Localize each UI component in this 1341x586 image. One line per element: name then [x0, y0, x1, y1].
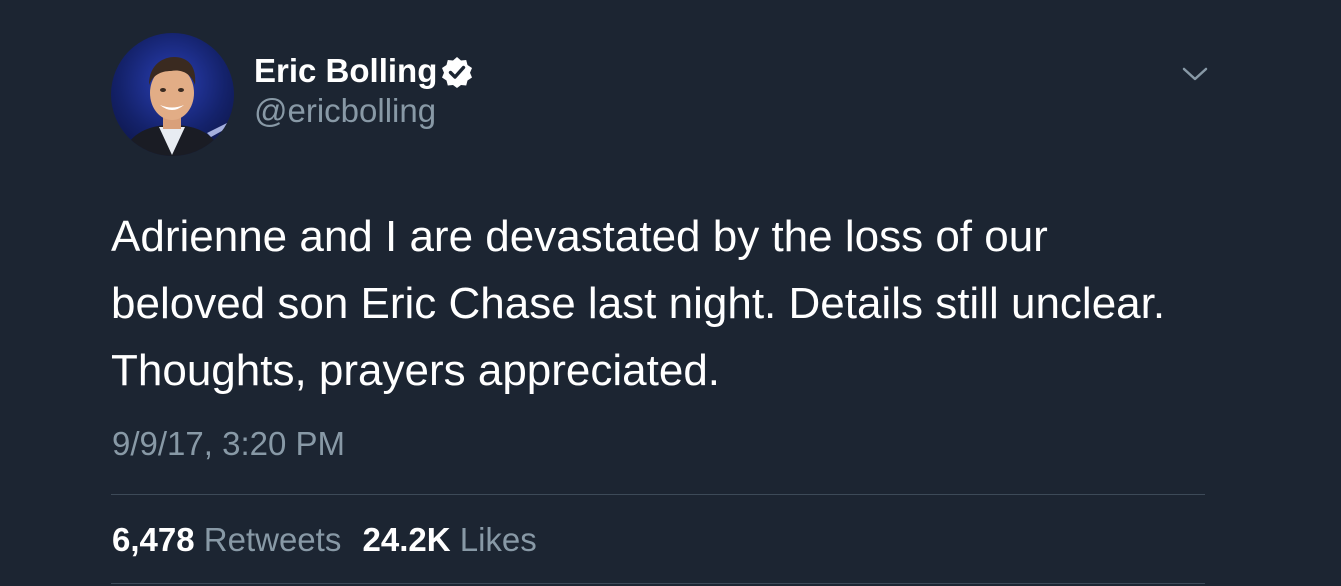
divider [111, 494, 1205, 495]
likes-count: 24.2K [362, 521, 451, 558]
retweets-count: 6,478 [112, 521, 195, 558]
chevron-down-icon[interactable] [1180, 62, 1210, 86]
tweet-timestamp[interactable]: 9/9/17, 3:20 PM [112, 424, 345, 464]
divider [111, 583, 1205, 584]
author-handle[interactable]: @ericbolling [254, 92, 436, 130]
avatar[interactable] [111, 33, 234, 156]
tweet-text-line: Thoughts, prayers appreciated. [111, 346, 721, 395]
tweet-text-line: Adrienne and I are devastated by the los… [111, 212, 1048, 261]
retweets-stat[interactable]: 6,478 Retweets [112, 520, 341, 560]
tweet-text-line: beloved son Eric Chase last night. Detai… [111, 279, 1166, 328]
tweet-stats: 6,478 Retweets 24.2K Likes [112, 520, 549, 560]
avatar-portrait-icon [121, 57, 231, 156]
retweets-label: Retweets [203, 521, 342, 558]
tweet-text: Adrienne and I are devastated by the los… [111, 203, 1231, 404]
likes-label: Likes [459, 521, 537, 558]
likes-stat[interactable]: 24.2K Likes [363, 520, 537, 560]
author-display-name[interactable]: Eric Bolling [254, 52, 437, 90]
verified-badge-icon [442, 57, 472, 88]
